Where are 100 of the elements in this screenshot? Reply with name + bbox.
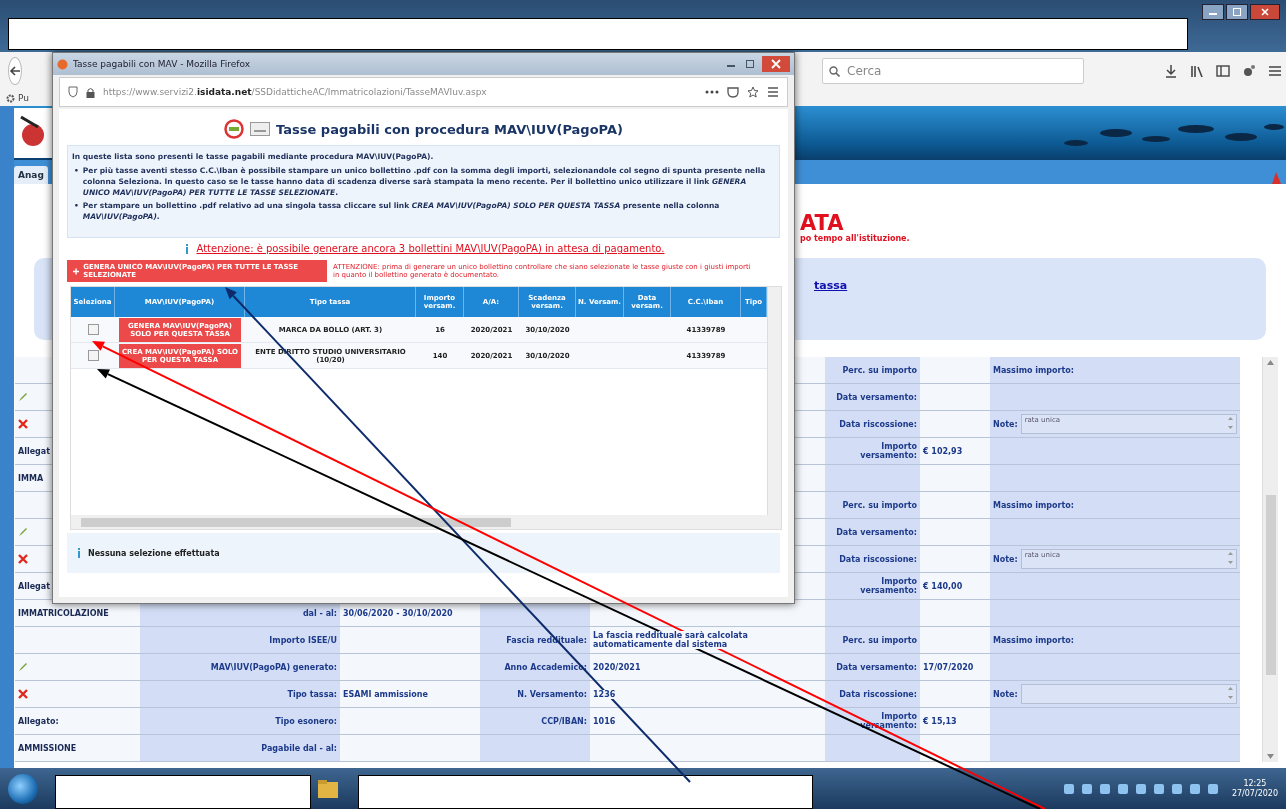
back-button[interactable] <box>8 57 22 85</box>
close-icon <box>1261 8 1269 16</box>
download-icon[interactable] <box>1164 64 1178 78</box>
info-icon <box>75 548 83 558</box>
pencil-icon <box>18 662 28 672</box>
sidebar-icon[interactable] <box>1216 64 1230 78</box>
tray-icon[interactable] <box>1135 783 1146 794</box>
extension-icon[interactable] <box>1242 64 1256 78</box>
table-cell: Perc. su importo <box>825 627 920 654</box>
table-cell: 1016 <box>593 716 616 726</box>
note-label: Note: <box>993 419 1018 429</box>
document-icon <box>250 122 271 136</box>
tray-icon[interactable] <box>1189 783 1200 794</box>
table-cell: Data riscossione: <box>825 411 920 438</box>
table-cell: Perc. su importo <box>825 357 920 384</box>
stamp-icon <box>224 119 245 139</box>
tray-icon[interactable] <box>1099 783 1110 794</box>
scrollbar[interactable] <box>1262 357 1278 762</box>
table-cell: Data versamento: <box>825 519 920 546</box>
table-cell <box>920 357 990 384</box>
library-icon[interactable] <box>1190 64 1204 78</box>
bookmark-link[interactable]: Pu <box>18 93 29 103</box>
page-title: ATA <box>800 212 845 234</box>
table-cell: ESAMI ammissione <box>343 689 428 699</box>
checkbox[interactable] <box>87 350 99 361</box>
table-cell: IMMATRICOLAZIONE <box>15 600 140 627</box>
menu-icon[interactable] <box>1268 64 1282 78</box>
table-cell: 2020/2021 <box>593 662 641 672</box>
more-icon[interactable] <box>705 90 719 94</box>
lock-icon <box>86 86 95 98</box>
window-title: Tasse pagabili con MAV - Mozilla Firefox <box>73 59 251 69</box>
spin-arrows-icon <box>1228 551 1233 565</box>
table-cell: Importo versamento: <box>825 573 920 600</box>
table-cell: Pagabile dal - al: <box>140 735 340 762</box>
spin-arrows-icon <box>1228 416 1233 430</box>
table-cell: Importo ISEE/U <box>140 627 340 654</box>
cross-icon <box>18 689 28 699</box>
plus-icon <box>73 267 80 275</box>
table-cell: MAV\IUV(PagoPA) generato: <box>140 654 340 681</box>
tassa-link[interactable]: tassa <box>814 279 848 292</box>
close-button[interactable] <box>1250 4 1280 20</box>
table-cell: Massimo importo: <box>990 492 1240 519</box>
search-icon <box>829 66 840 77</box>
table-cell: Data riscossione: <box>825 546 920 573</box>
browser-icon <box>57 58 68 70</box>
scrollbar[interactable] <box>767 287 781 515</box>
scroll-down-icon <box>1267 754 1274 759</box>
start-button[interactable] <box>8 773 38 804</box>
table-cell <box>741 343 767 369</box>
cross-icon <box>18 419 28 429</box>
table-cell: Tipo esonero: <box>140 708 340 735</box>
table-cell: Data riscossione: <box>825 681 920 708</box>
tray-icon[interactable] <box>1117 783 1128 794</box>
tray-icon[interactable] <box>1063 783 1074 794</box>
table-cell: Allegato: <box>15 708 140 735</box>
folder-icon[interactable] <box>316 777 340 800</box>
scrollbar[interactable] <box>71 515 781 529</box>
clock[interactable]: 12:25 27/07/2020 <box>1231 778 1278 799</box>
table-cell <box>920 384 990 411</box>
table-cell: 1236 <box>593 689 616 699</box>
table-cell: AMMISSIONE <box>15 735 140 762</box>
table-cell: 30/06/2020 - 30/10/2020 <box>343 608 453 618</box>
minimize-button[interactable] <box>1202 4 1224 20</box>
pocket-icon[interactable] <box>727 86 739 98</box>
table-cell <box>741 317 767 343</box>
tray-icon[interactable] <box>1153 783 1164 794</box>
scroll-up-icon <box>1267 360 1274 365</box>
maximize-icon[interactable] <box>743 59 757 69</box>
table-cell: € 15,13 <box>923 716 957 726</box>
close-icon[interactable] <box>762 56 790 72</box>
star-icon[interactable] <box>747 86 759 98</box>
flag-icon <box>1270 170 1282 184</box>
pencil-icon <box>18 527 28 537</box>
table-cell: Perc. su importo <box>825 492 920 519</box>
maximize-button[interactable] <box>1226 4 1248 20</box>
clock-time: 12:25 <box>1243 778 1267 789</box>
spin-arrows-icon <box>1228 686 1233 700</box>
shield-icon <box>68 86 78 98</box>
selection-status: Nessuna selezione effettuata <box>88 548 220 558</box>
table-cell: 17/07/2020 <box>923 662 974 672</box>
checkbox[interactable] <box>87 324 99 335</box>
popup-heading: Tasse pagabili con procedura MAV\IUV(PagoPA) <box>276 121 623 137</box>
tray-icon[interactable] <box>1171 783 1182 794</box>
maximize-icon <box>1233 8 1241 16</box>
menu-icon[interactable] <box>767 87 779 97</box>
clock-date: 27/07/2020 <box>1231 788 1278 799</box>
gear-icon <box>6 93 15 103</box>
cross-icon <box>18 554 28 564</box>
note-field[interactable] <box>1020 684 1237 704</box>
note-label: Note: <box>993 689 1018 699</box>
table-cell <box>920 492 990 519</box>
table-cell: € 102,93 <box>923 446 963 456</box>
nav-tab[interactable]: Anag <box>14 166 48 184</box>
table-cell: Tipo tassa: <box>140 681 340 708</box>
tray-icon[interactable] <box>1081 783 1092 794</box>
table-cell: N. Versamento: <box>480 681 590 708</box>
tray-icon[interactable] <box>1207 783 1218 794</box>
table-cell: Massimo importo: <box>990 357 1240 384</box>
table-cell: Data versamento: <box>825 654 920 681</box>
search-field[interactable]: Cerca <box>822 58 1084 84</box>
